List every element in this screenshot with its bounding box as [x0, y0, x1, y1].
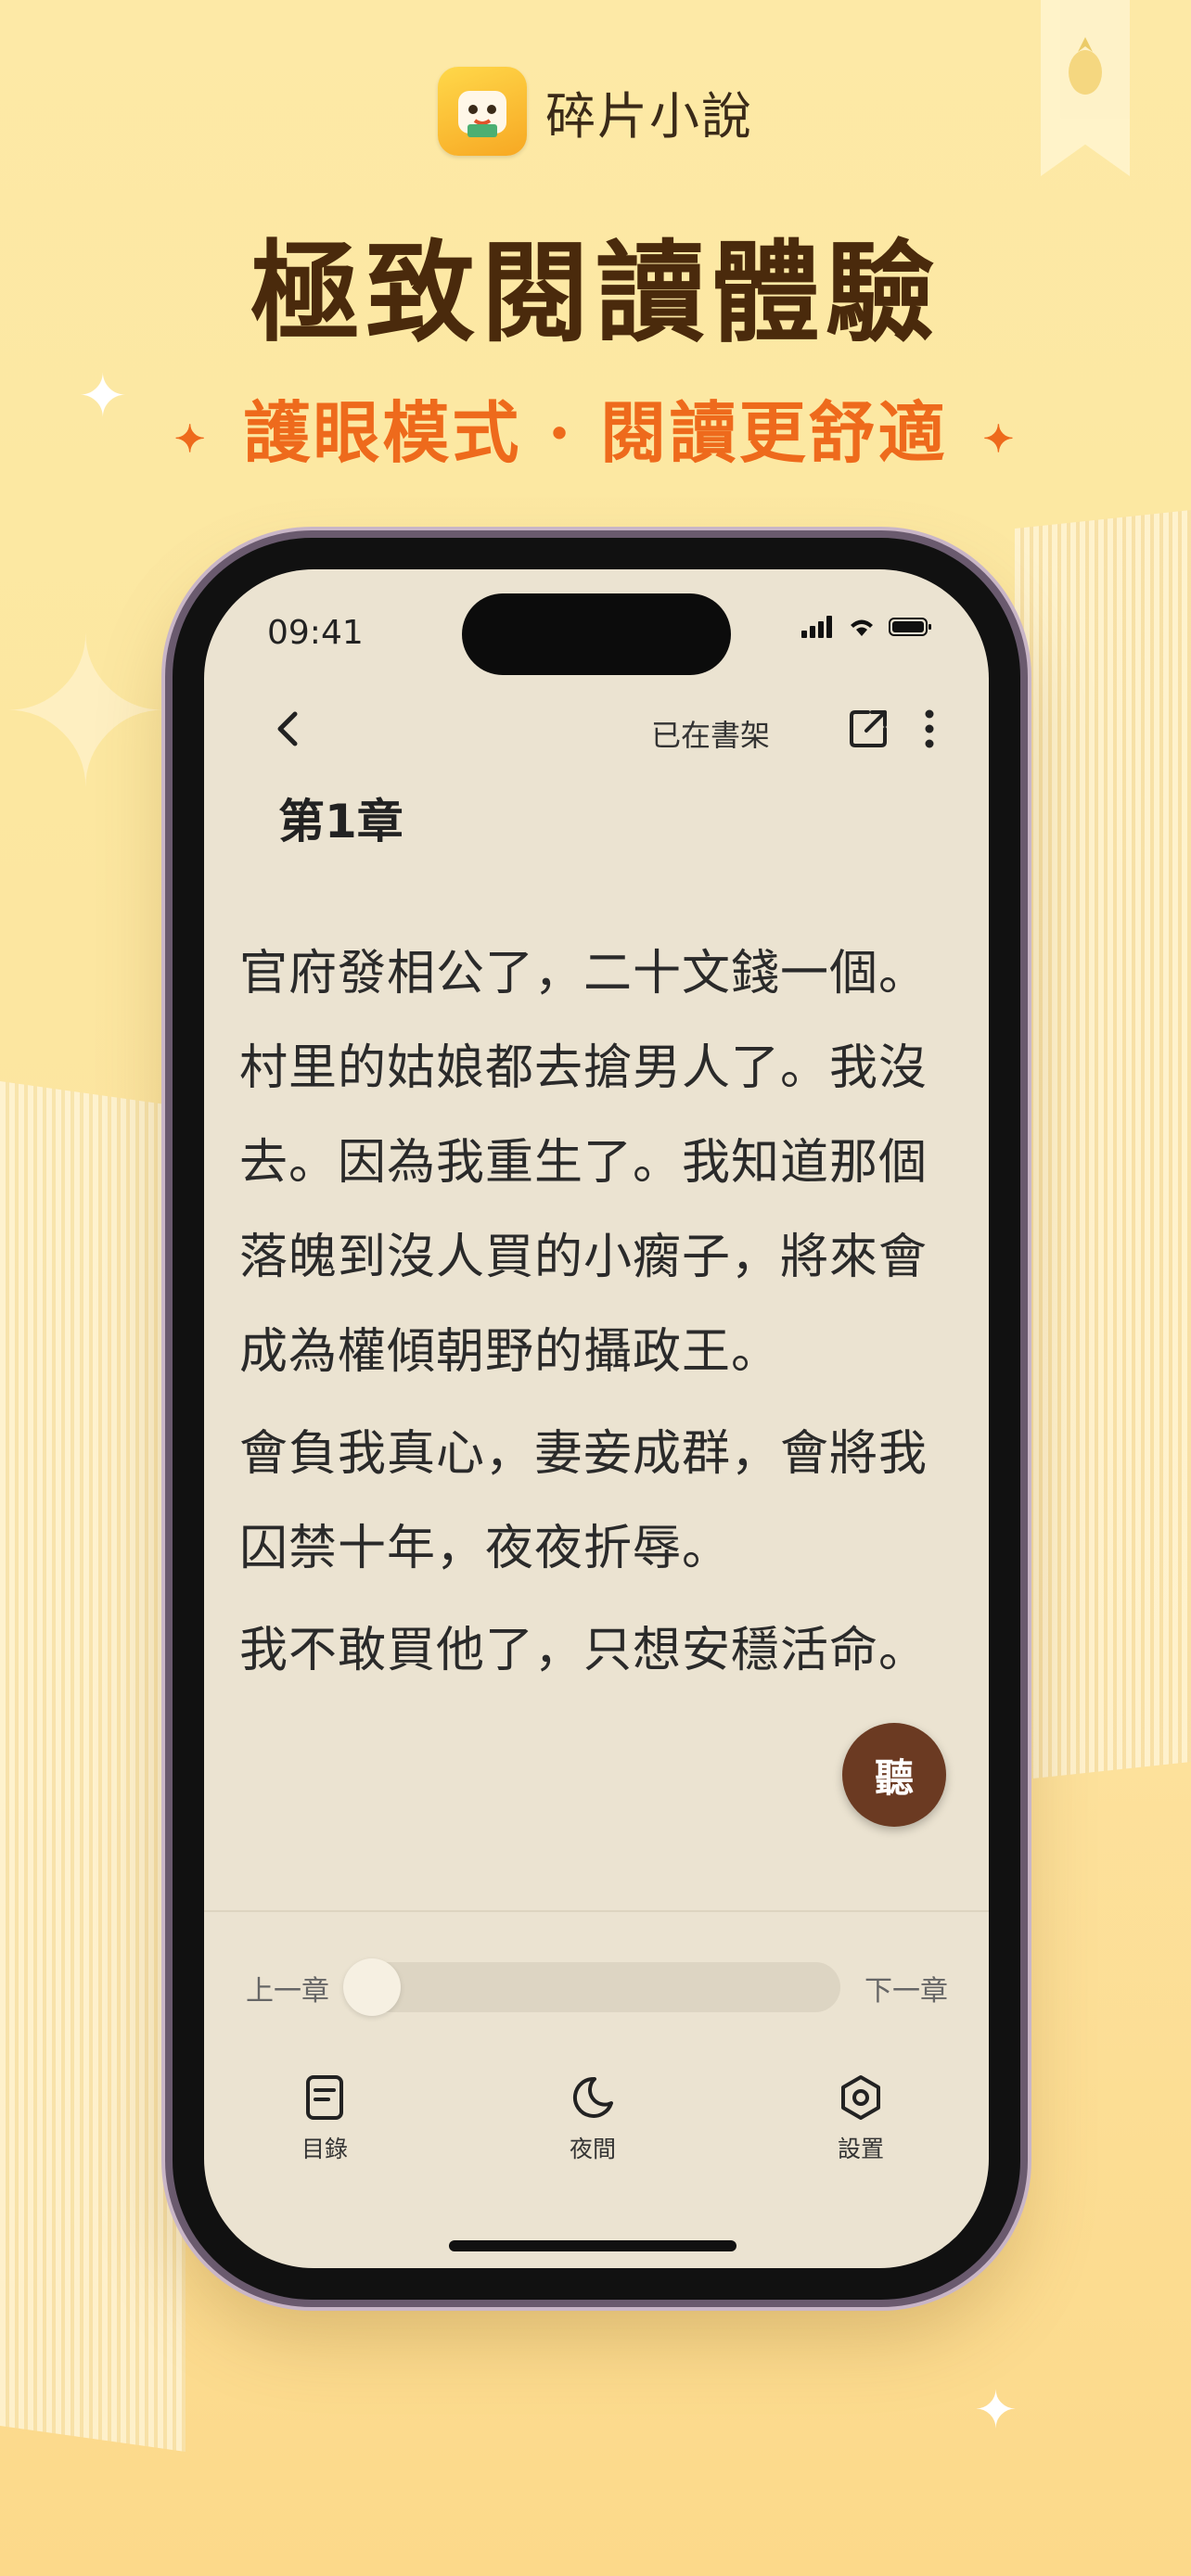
paragraph: 會負我真心，妻妾成群，會將我囚禁十年，夜夜折辱。 [239, 1426, 928, 1576]
promo-headline: 極致閱讀體驗 [250, 228, 941, 357]
nav-catalog[interactable]: 目錄 [260, 2072, 390, 2164]
nav-catalog-label: 目錄 [301, 2136, 348, 2162]
previous-chapter-button[interactable]: 上一章 [246, 1968, 329, 2009]
reader-bottom-nav: 目錄 夜間 設置 [204, 2072, 989, 2183]
signal-icon [801, 616, 832, 638]
chapter-content: 官府發相公了，二十文錢一個。村里的姑娘都去搶男人了。我沒去。因為我重生了。我知道… [239, 926, 944, 1705]
listen-button[interactable]: 聽 [842, 1723, 946, 1827]
paragraph: 官府發相公了，二十文錢一個。村里的姑娘都去搶男人了。我沒去。因為我重生了。我知道… [239, 946, 928, 1380]
promo-subline-text: 護眼模式 · 閱讀更舒適 [243, 393, 948, 472]
slider-thumb[interactable] [343, 1958, 401, 2016]
battery-icon [889, 618, 931, 636]
phone-mockup: 09:41 已在書架 第1章 官府發相公了，二十文錢一個。村里的姑娘都去搶男人了… [173, 538, 1020, 2300]
in-bookshelf-label[interactable]: 已在書架 [651, 712, 770, 755]
nav-night-label: 夜間 [569, 2136, 616, 2162]
star-icon: ✦ [982, 416, 1018, 461]
chapter-navigation: 上一章 下一章 [204, 1951, 989, 2016]
share-icon[interactable] [840, 701, 896, 757]
next-chapter-button[interactable]: 下一章 [864, 1968, 948, 2009]
star-icon: ✦ [173, 416, 209, 461]
settings-icon [841, 2075, 880, 2120]
app-logo [438, 67, 527, 156]
back-icon[interactable] [260, 701, 315, 757]
status-icons [801, 616, 933, 638]
wifi-icon [851, 619, 873, 636]
reader-top-bar: 已在書架 [204, 681, 989, 773]
status-time: 09:41 [267, 614, 364, 652]
app-logo-icon [458, 91, 506, 137]
phone-screen: 09:41 已在書架 第1章 官府發相公了，二十文錢一個。村里的姑娘都去搶男人了… [204, 569, 989, 2268]
nav-night-mode[interactable]: 夜間 [528, 2072, 658, 2164]
nav-settings-label: 設置 [837, 2136, 884, 2162]
dynamic-island [462, 593, 731, 675]
book-pages-decoration-right [1015, 510, 1191, 1780]
divider [204, 1910, 989, 1912]
catalog-icon [306, 2075, 343, 2120]
chapter-title: 第1章 [278, 795, 403, 848]
book-pages-decoration-left [0, 1080, 186, 2453]
chapter-progress-slider[interactable] [343, 1958, 840, 2016]
moon-icon [572, 2076, 613, 2118]
home-indicator[interactable] [449, 2240, 736, 2251]
promo-subline: ✦ 護眼模式 · 閱讀更舒適 ✦ [0, 378, 1191, 476]
sparkle-icon: ✦ [0, 595, 172, 833]
brand-header: 碎片小說 [0, 67, 1191, 156]
more-options-icon[interactable] [902, 701, 957, 757]
app-name: 碎片小說 [545, 86, 753, 146]
sparkle-icon: ✦ [974, 2380, 1018, 2441]
paragraph: 我不敢買他了，只想安穩活命。 [239, 1623, 928, 1678]
nav-settings[interactable]: 設置 [796, 2072, 926, 2164]
